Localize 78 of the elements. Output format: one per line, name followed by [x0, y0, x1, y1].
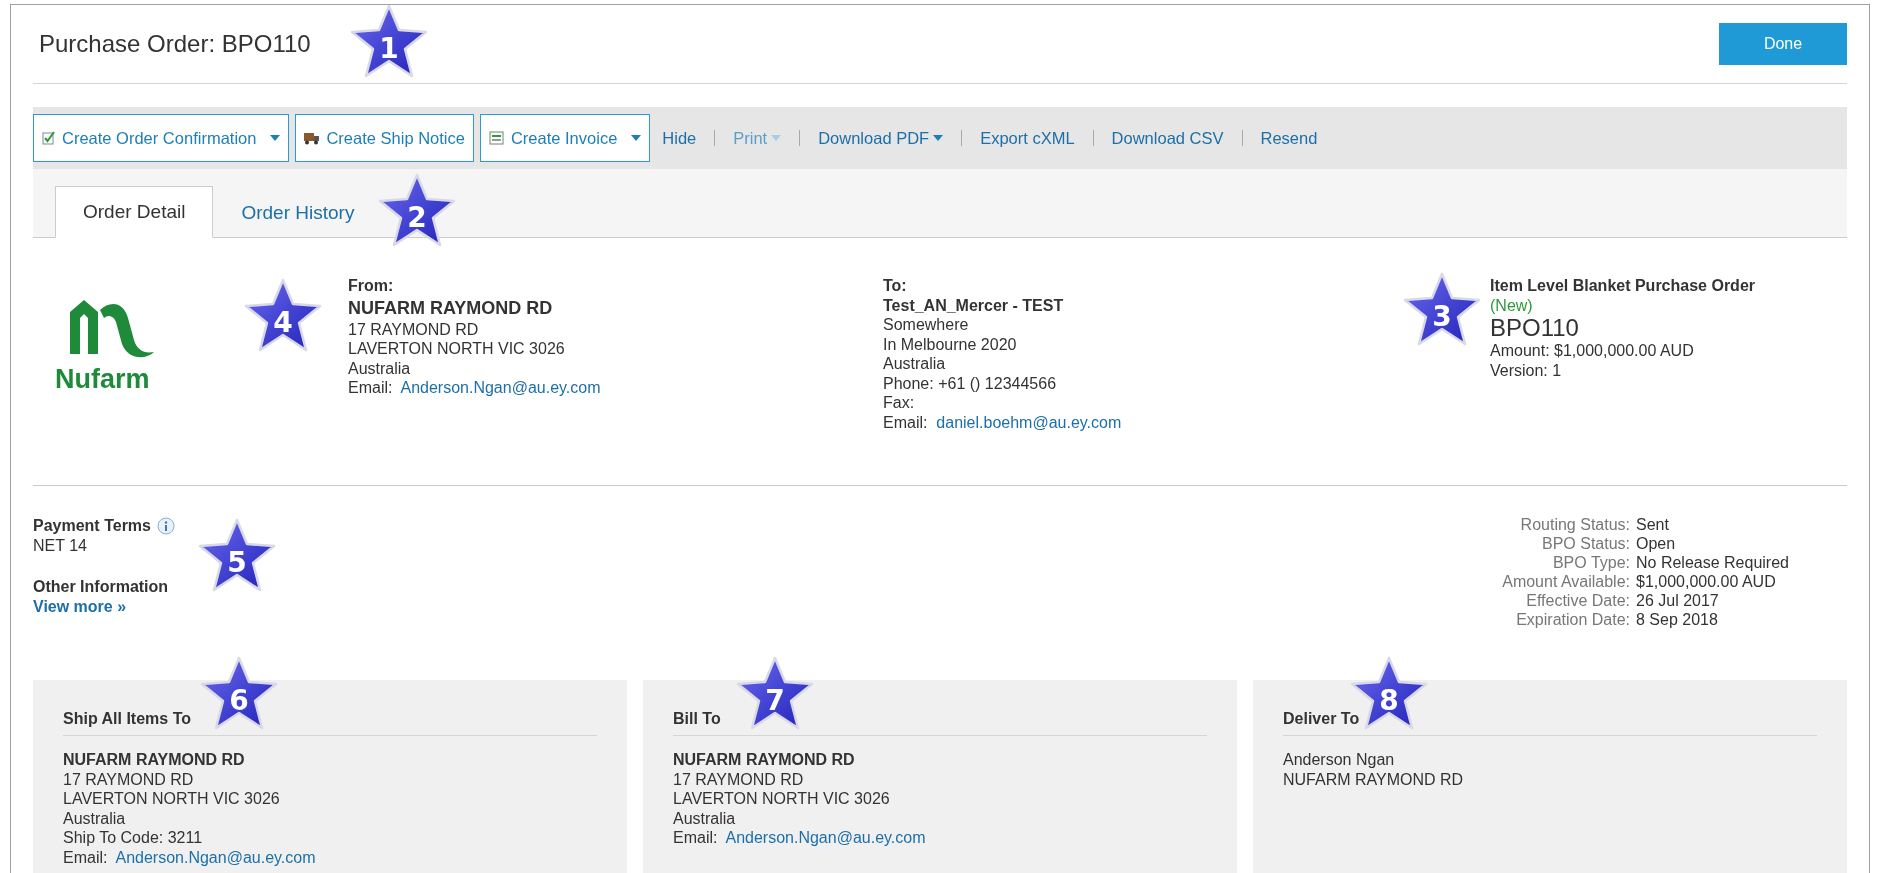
- other-information-label: Other Information: [33, 577, 169, 597]
- panel-title: Deliver To: [1283, 708, 1360, 728]
- toolbar-link[interactable]: Download PDF: [812, 128, 950, 148]
- to-heading: To:: [883, 276, 907, 296]
- info-icon[interactable]: [157, 516, 175, 535]
- address-line: LAVERTON NORTH VIC 3026: [673, 789, 891, 809]
- address-line: Australia: [883, 354, 946, 374]
- status-value: Sent: [1636, 516, 1670, 534]
- status-value: $1,000,000.00 AUD: [1636, 573, 1777, 591]
- address-line: 17 RAYMOND RD: [63, 769, 195, 789]
- payment-terms-label: Payment Terms: [33, 516, 151, 536]
- from-name: NUFARM RAYMOND RD: [348, 296, 553, 320]
- status-label: Effective Date:: [1525, 592, 1630, 610]
- panel-title: Bill To: [673, 708, 721, 728]
- status-value: Open: [1636, 535, 1677, 553]
- status-value: 8 Sep 2018: [1636, 611, 1719, 629]
- status-label: Expiration Date:: [1515, 611, 1630, 629]
- invoice-icon: [488, 131, 505, 145]
- order-amount: Amount: $1,000,000.00 AUD: [1490, 341, 1694, 361]
- toolbar-button[interactable]: Create Invoice: [479, 114, 651, 162]
- from-heading: From:: [348, 276, 394, 296]
- status-value: 26 Jul 2017: [1636, 592, 1720, 610]
- to-name: Test_AN_Mercer - TEST: [883, 295, 1064, 315]
- address-line: Australia: [673, 808, 737, 828]
- order-status: (New): [1490, 295, 1533, 315]
- address-line: In Melbourne 2020: [883, 334, 1017, 354]
- status-label: BPO Status:: [1540, 535, 1630, 553]
- view-more-link[interactable]: View more »: [33, 596, 175, 616]
- address-name: NUFARM RAYMOND RD: [673, 750, 856, 770]
- address-line: 17 RAYMOND RD: [348, 319, 479, 339]
- status-label: Routing Status:: [1519, 516, 1630, 534]
- email-line: Email: Anderson.Ngan@au.ey.com: [63, 847, 317, 867]
- status-value: No Release Required: [1636, 554, 1789, 572]
- numbered-star: 7: [736, 656, 814, 732]
- toolbar-button[interactable]: Create Ship Notice: [295, 114, 474, 162]
- logo: Nufarm: [55, 294, 165, 394]
- toolbar-button[interactable]: Create Order Confirmation: [33, 114, 290, 162]
- numbered-star: 6: [200, 656, 278, 732]
- email-line: Email: Anderson.Ngan@au.ey.com: [673, 828, 927, 848]
- email-line: Email: Anderson.Ngan@au.ey.com: [348, 378, 601, 398]
- email-link[interactable]: Anderson.Ngan@au.ey.com: [725, 829, 926, 846]
- tab[interactable]: Order Detail: [55, 186, 214, 238]
- email-link[interactable]: Anderson.Ngan@au.ey.com: [115, 848, 316, 866]
- address-line: NUFARM RAYMOND RD: [1283, 769, 1465, 789]
- address-name: NUFARM RAYMOND RD: [63, 750, 246, 770]
- status-label: Amount Available:: [1502, 573, 1630, 591]
- order-number: BPO110: [1490, 315, 1579, 341]
- address-line: Somewhere: [883, 315, 969, 335]
- email-link[interactable]: daniel.boehm@au.ey.com: [936, 413, 1122, 431]
- numbered-star: 3: [1403, 272, 1481, 348]
- truck-icon: [304, 131, 321, 145]
- address-line: Anderson Ngan: [1283, 750, 1396, 770]
- address-line: Fax:: [883, 393, 915, 413]
- panel-title: Ship All Items To: [63, 708, 191, 728]
- address-line: LAVERTON NORTH VIC 3026: [348, 339, 565, 359]
- numbered-star: 2: [378, 173, 456, 249]
- numbered-star: 5: [198, 518, 276, 594]
- check-document-icon: [42, 131, 56, 145]
- done-button[interactable]: Done: [1719, 23, 1847, 65]
- address-line: Australia: [63, 808, 127, 828]
- address-line: Ship To Code: 3211: [63, 828, 204, 848]
- status-label: BPO Type:: [1551, 554, 1630, 572]
- payment-terms-value: NET 14: [33, 535, 87, 555]
- address-line: 17 RAYMOND RD: [673, 769, 805, 789]
- numbered-star: 4: [244, 278, 322, 354]
- email-line: Email: daniel.boehm@au.ey.com: [883, 412, 1122, 432]
- toolbar-link[interactable]: Resend: [1254, 128, 1324, 148]
- address-line: Phone: +61 () 12344566: [883, 373, 1057, 393]
- toolbar-link[interactable]: Hide: [656, 128, 703, 148]
- toolbar-link[interactable]: Export cXML: [974, 128, 1081, 148]
- page-title: Purchase Order: BPO110: [39, 30, 311, 58]
- order-type: Item Level Blanket Purchase Order: [1490, 276, 1755, 296]
- email-link[interactable]: Anderson.Ngan@au.ey.com: [400, 379, 601, 396]
- toolbar-link[interactable]: Download CSV: [1105, 128, 1230, 148]
- address-line: Australia: [348, 358, 411, 378]
- numbered-star: 1: [350, 5, 428, 80]
- address-line: LAVERTON NORTH VIC 3026: [63, 789, 281, 809]
- order-version: Version: 1: [1490, 360, 1562, 380]
